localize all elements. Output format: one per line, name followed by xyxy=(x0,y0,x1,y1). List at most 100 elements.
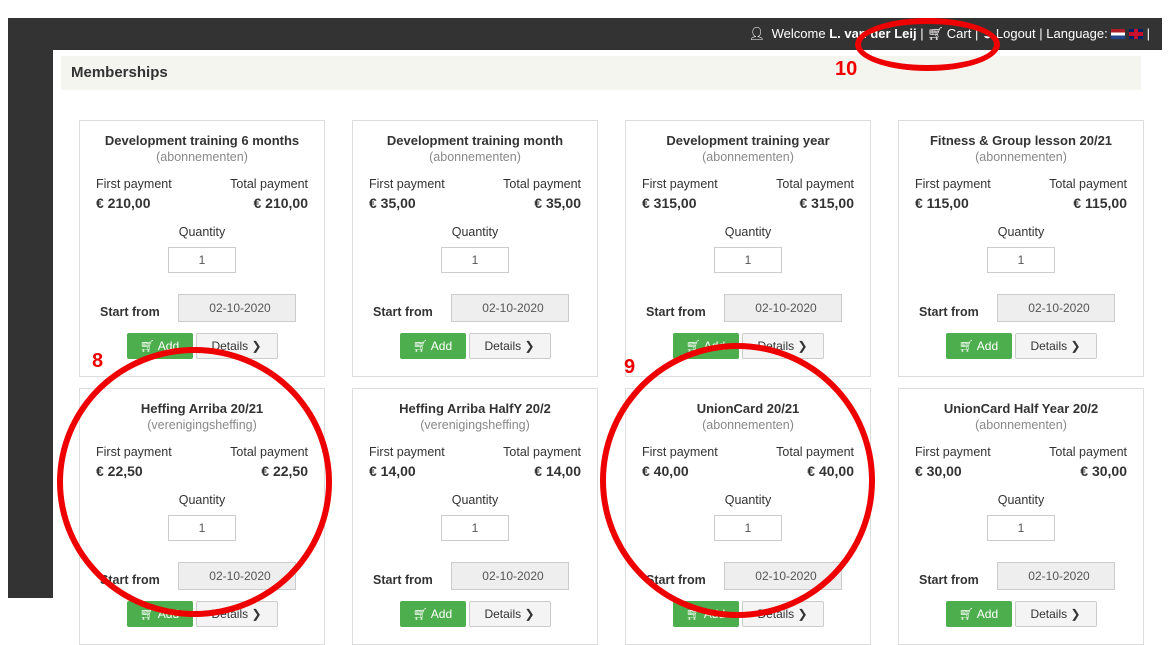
start-date-field[interactable]: 02-10-2020 xyxy=(451,294,569,322)
card-title: Development training month xyxy=(386,133,564,148)
card-actions: 🛒︎ Add Details ❯ xyxy=(353,333,597,359)
total-payment-amount: € 115,00 xyxy=(1073,195,1127,211)
card-title: UnionCard Half Year 20/2 xyxy=(943,401,1099,416)
membership-card: Heffing Arriba HalfY 20/2 (verenigingshe… xyxy=(352,388,598,645)
details-label: Details xyxy=(1030,607,1068,621)
details-button[interactable]: Details ❯ xyxy=(1014,333,1097,359)
membership-card: Development training 6 months (abonnemen… xyxy=(79,120,325,377)
add-to-cart-button[interactable]: 🛒︎ Add xyxy=(945,601,1012,627)
first-payment-amount: € 30,00 xyxy=(915,463,962,479)
start-from-label: Start from xyxy=(373,305,433,319)
add-label: Add xyxy=(430,339,453,353)
card-title: Fitness & Group lesson 20/21 xyxy=(929,133,1113,148)
separator: | xyxy=(1039,26,1043,41)
highlight-ring-heffing xyxy=(57,347,332,617)
total-payment-label: Total payment xyxy=(1049,177,1127,191)
start-from-label: Start from xyxy=(919,305,979,319)
start-from-label: Start from xyxy=(100,305,160,319)
card-title: Heffing Arriba HalfY 20/2 xyxy=(399,401,551,416)
chevron-right-icon: ❯ xyxy=(797,339,808,353)
add-to-cart-button[interactable]: 🛒︎ Add xyxy=(945,333,1012,359)
quantity-label: Quantity xyxy=(997,493,1045,507)
first-payment-amount: € 14,00 xyxy=(369,463,416,479)
chevron-right-icon: ❯ xyxy=(524,607,535,621)
total-payment-amount: € 35,00 xyxy=(534,195,581,211)
chevron-right-icon: ❯ xyxy=(251,339,262,353)
card-type: (abonnementen) xyxy=(702,150,794,164)
start-date-field[interactable]: 02-10-2020 xyxy=(451,562,569,590)
quantity-label: Quantity xyxy=(997,225,1045,239)
quantity-input[interactable] xyxy=(441,515,509,541)
flag-uk-icon[interactable] xyxy=(1128,29,1143,39)
left-margin xyxy=(0,18,7,598)
chevron-right-icon: ❯ xyxy=(524,339,535,353)
total-payment-label: Total payment xyxy=(1049,445,1127,459)
first-payment-amount: € 35,00 xyxy=(369,195,416,211)
quantity-input[interactable] xyxy=(987,515,1055,541)
annotation-10: 10 xyxy=(835,58,858,80)
quantity-input[interactable] xyxy=(714,247,782,273)
total-payment-label: Total payment xyxy=(776,177,854,191)
welcome-text: Welcome xyxy=(771,26,826,41)
start-from-label: Start from xyxy=(646,305,706,319)
annotation-9: 9 xyxy=(624,356,636,378)
quantity-label: Quantity xyxy=(451,493,499,507)
card-type: (abonnementen) xyxy=(975,418,1067,432)
card-actions: 🛒︎ Add Details ❯ xyxy=(899,333,1143,359)
add-label: Add xyxy=(430,607,453,621)
total-payment-amount: € 30,00 xyxy=(1080,463,1127,479)
membership-card: UnionCard Half Year 20/2 (abonnementen) … xyxy=(898,388,1144,645)
quantity-input[interactable] xyxy=(987,247,1055,273)
chevron-right-icon: ❯ xyxy=(797,607,808,621)
membership-card: Development training month (abonnementen… xyxy=(352,120,598,377)
card-type: (abonnementen) xyxy=(156,150,248,164)
card-title: Development training year xyxy=(666,133,830,148)
add-to-cart-button[interactable]: 🛒︎ Add xyxy=(399,333,466,359)
first-payment-label: First payment xyxy=(642,177,718,191)
start-date-field[interactable]: 02-10-2020 xyxy=(997,294,1115,322)
first-payment-label: First payment xyxy=(96,177,172,191)
quantity-label: Quantity xyxy=(178,225,226,239)
details-button[interactable]: Details ❯ xyxy=(468,333,551,359)
details-label: Details xyxy=(484,607,522,621)
start-date-field[interactable]: 02-10-2020 xyxy=(724,294,842,322)
start-date-field[interactable]: 02-10-2020 xyxy=(178,294,296,322)
total-payment-amount: € 315,00 xyxy=(799,195,855,211)
highlight-ring-cart xyxy=(855,18,1000,71)
details-button[interactable]: Details ❯ xyxy=(468,601,551,627)
start-from-label: Start from xyxy=(373,573,433,587)
chevron-right-icon: ❯ xyxy=(1070,339,1081,353)
first-payment-amount: € 115,00 xyxy=(915,195,969,211)
cart-icon: 🛒︎ xyxy=(412,607,429,621)
highlight-ring-unioncard xyxy=(600,343,875,618)
card-type: (verenigingsheffing) xyxy=(420,418,530,432)
card-actions: 🛒︎ Add Details ❯ xyxy=(353,601,597,627)
total-payment-amount: € 14,00 xyxy=(534,463,581,479)
first-payment-label: First payment xyxy=(915,177,991,191)
add-label: Add xyxy=(976,607,999,621)
membership-card: Development training year (abonnementen)… xyxy=(625,120,871,377)
user-icon: 👤︎ xyxy=(748,26,765,41)
card-type: (abonnementen) xyxy=(975,150,1067,164)
language-label: Language: xyxy=(1046,26,1108,41)
start-from-label: Start from xyxy=(919,573,979,587)
annotation-8: 8 xyxy=(92,350,104,372)
card-actions: 🛒︎ Add Details ❯ xyxy=(899,601,1143,627)
start-date-field[interactable]: 02-10-2020 xyxy=(997,562,1115,590)
flag-nl-icon[interactable] xyxy=(1111,29,1126,39)
first-payment-label: First payment xyxy=(369,177,445,191)
quantity-input[interactable] xyxy=(441,247,509,273)
cart-icon: 🛒︎ xyxy=(958,339,975,353)
quantity-input[interactable] xyxy=(168,247,236,273)
chevron-right-icon: ❯ xyxy=(1070,607,1081,621)
first-payment-amount: € 210,00 xyxy=(96,195,151,211)
add-label: Add xyxy=(976,339,999,353)
cart-icon: 🛒︎ xyxy=(139,339,156,353)
first-payment-amount: € 315,00 xyxy=(642,195,697,211)
first-payment-label: First payment xyxy=(369,445,445,459)
details-label: Details xyxy=(484,339,522,353)
details-button[interactable]: Details ❯ xyxy=(1014,601,1097,627)
add-to-cart-button[interactable]: 🛒︎ Add xyxy=(399,601,466,627)
separator: | xyxy=(1146,26,1150,41)
total-payment-label: Total payment xyxy=(230,177,308,191)
